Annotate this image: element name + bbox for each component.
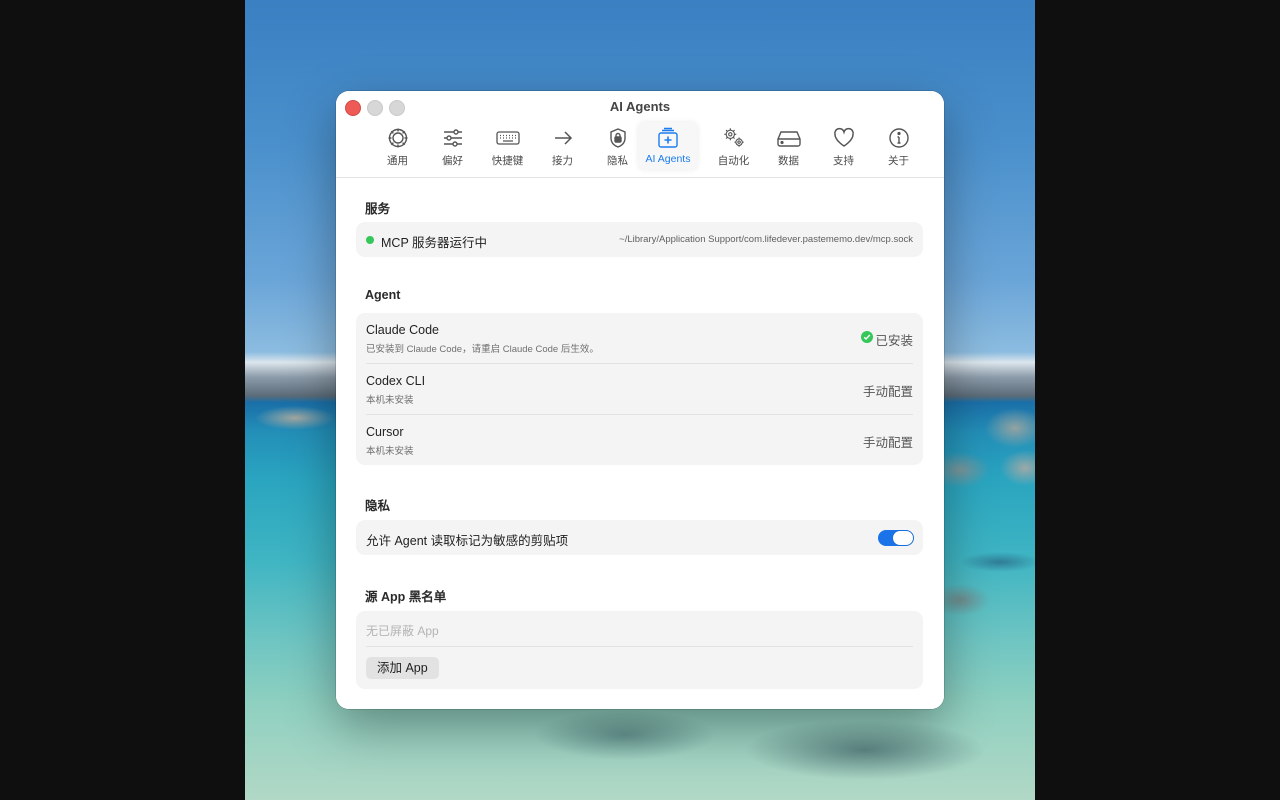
agent-description: 本机未安装 xyxy=(366,446,414,457)
tab-automation[interactable]: 自动化 xyxy=(706,122,761,170)
manual-config-button[interactable]: 手动配置 xyxy=(863,381,913,400)
tab-data[interactable]: 数据 xyxy=(761,122,816,170)
drive-icon xyxy=(776,126,801,150)
running-status-dot xyxy=(366,236,374,244)
sensitive-access-toggle[interactable] xyxy=(878,530,914,546)
agent-group: Claude Code 已安装到 Claude Code，请重启 Claude … xyxy=(356,313,923,465)
divider xyxy=(366,646,913,647)
blacklist-group: 无已屏蔽 App 添加 App xyxy=(356,611,923,689)
tab-label: 快捷键 xyxy=(491,155,524,167)
agent-name: Codex CLI xyxy=(366,374,426,388)
toggle-knob xyxy=(893,531,913,545)
service-group: MCP 服务器运行中 ~/Library/Application Support… xyxy=(356,222,923,257)
ai-agents-icon xyxy=(656,126,680,150)
tab-general[interactable]: 通用 xyxy=(370,122,425,170)
tab-label: 数据 xyxy=(778,155,799,167)
tab-label: AI Agents xyxy=(645,153,691,165)
settings-window: AI Agents 通用 偏好 快捷键 接力 隐私 AI Agents 自动化 … xyxy=(336,91,944,709)
agent-name: Claude Code xyxy=(366,323,439,337)
add-app-button[interactable]: 添加 App xyxy=(366,657,439,679)
manual-config-button[interactable]: 手动配置 xyxy=(863,432,913,451)
tab-preferences[interactable]: 偏好 xyxy=(425,122,480,170)
tab-shortcuts[interactable]: 快捷键 xyxy=(480,122,535,170)
tab-label: 偏好 xyxy=(442,155,463,167)
lock-shield-icon xyxy=(606,126,630,150)
settings-content: 服务 MCP 服务器运行中 ~/Library/Application Supp… xyxy=(336,178,944,709)
keyboard-icon xyxy=(495,126,520,150)
general-icon xyxy=(386,126,410,150)
tab-label: 隐私 xyxy=(607,155,628,167)
tab-handoff[interactable]: 接力 xyxy=(535,122,590,170)
tab-about[interactable]: 关于 xyxy=(871,122,926,170)
checkmark-icon xyxy=(861,331,873,343)
tab-ai-agents[interactable]: AI Agents xyxy=(638,122,698,170)
tab-label: 关于 xyxy=(888,155,909,167)
tab-privacy[interactable]: 隐私 xyxy=(590,122,645,170)
agent-row-codex-cli: Codex CLI 本机未安装 手动配置 xyxy=(356,364,923,415)
socket-path: ~/Library/Application Support/com.lifede… xyxy=(619,234,913,245)
title-bar: AI Agents 通用 偏好 快捷键 接力 隐私 AI Agents 自动化 … xyxy=(336,91,944,178)
tab-label: 接力 xyxy=(552,155,573,167)
privacy-group: 允许 Agent 读取标记为敏感的剪贴项 xyxy=(356,520,923,555)
agent-row-cursor: Cursor 本机未安装 手动配置 xyxy=(356,415,923,465)
tab-label: 通用 xyxy=(387,155,408,167)
info-icon xyxy=(887,126,911,150)
agent-status: 已安装 xyxy=(875,334,913,348)
sliders-icon xyxy=(441,126,465,150)
empty-blacklist-text: 无已屏蔽 App xyxy=(366,624,439,638)
arrow-right-icon xyxy=(551,126,575,150)
tab-label: 支持 xyxy=(833,155,854,167)
tab-support[interactable]: 支持 xyxy=(816,122,871,170)
section-title-service: 服务 xyxy=(365,202,391,216)
service-status-text: MCP 服务器运行中 xyxy=(381,236,488,250)
agent-row-claude-code: Claude Code 已安装到 Claude Code，请重启 Claude … xyxy=(356,313,923,364)
section-title-privacy: 隐私 xyxy=(365,499,391,513)
window-title: AI Agents xyxy=(609,99,671,114)
sensitive-access-label: 允许 Agent 读取标记为敏感的剪贴项 xyxy=(366,534,569,548)
agent-description: 本机未安装 xyxy=(366,395,414,406)
heart-icon xyxy=(832,126,856,150)
tab-label: 自动化 xyxy=(717,155,750,167)
section-title-blacklist: 源 App 黑名单 xyxy=(365,590,447,604)
section-title-agent: Agent xyxy=(365,288,401,302)
agent-name: Cursor xyxy=(366,425,404,439)
agent-description: 已安装到 Claude Code，请重启 Claude Code 后生效。 xyxy=(366,344,599,355)
gears-icon xyxy=(722,126,746,150)
